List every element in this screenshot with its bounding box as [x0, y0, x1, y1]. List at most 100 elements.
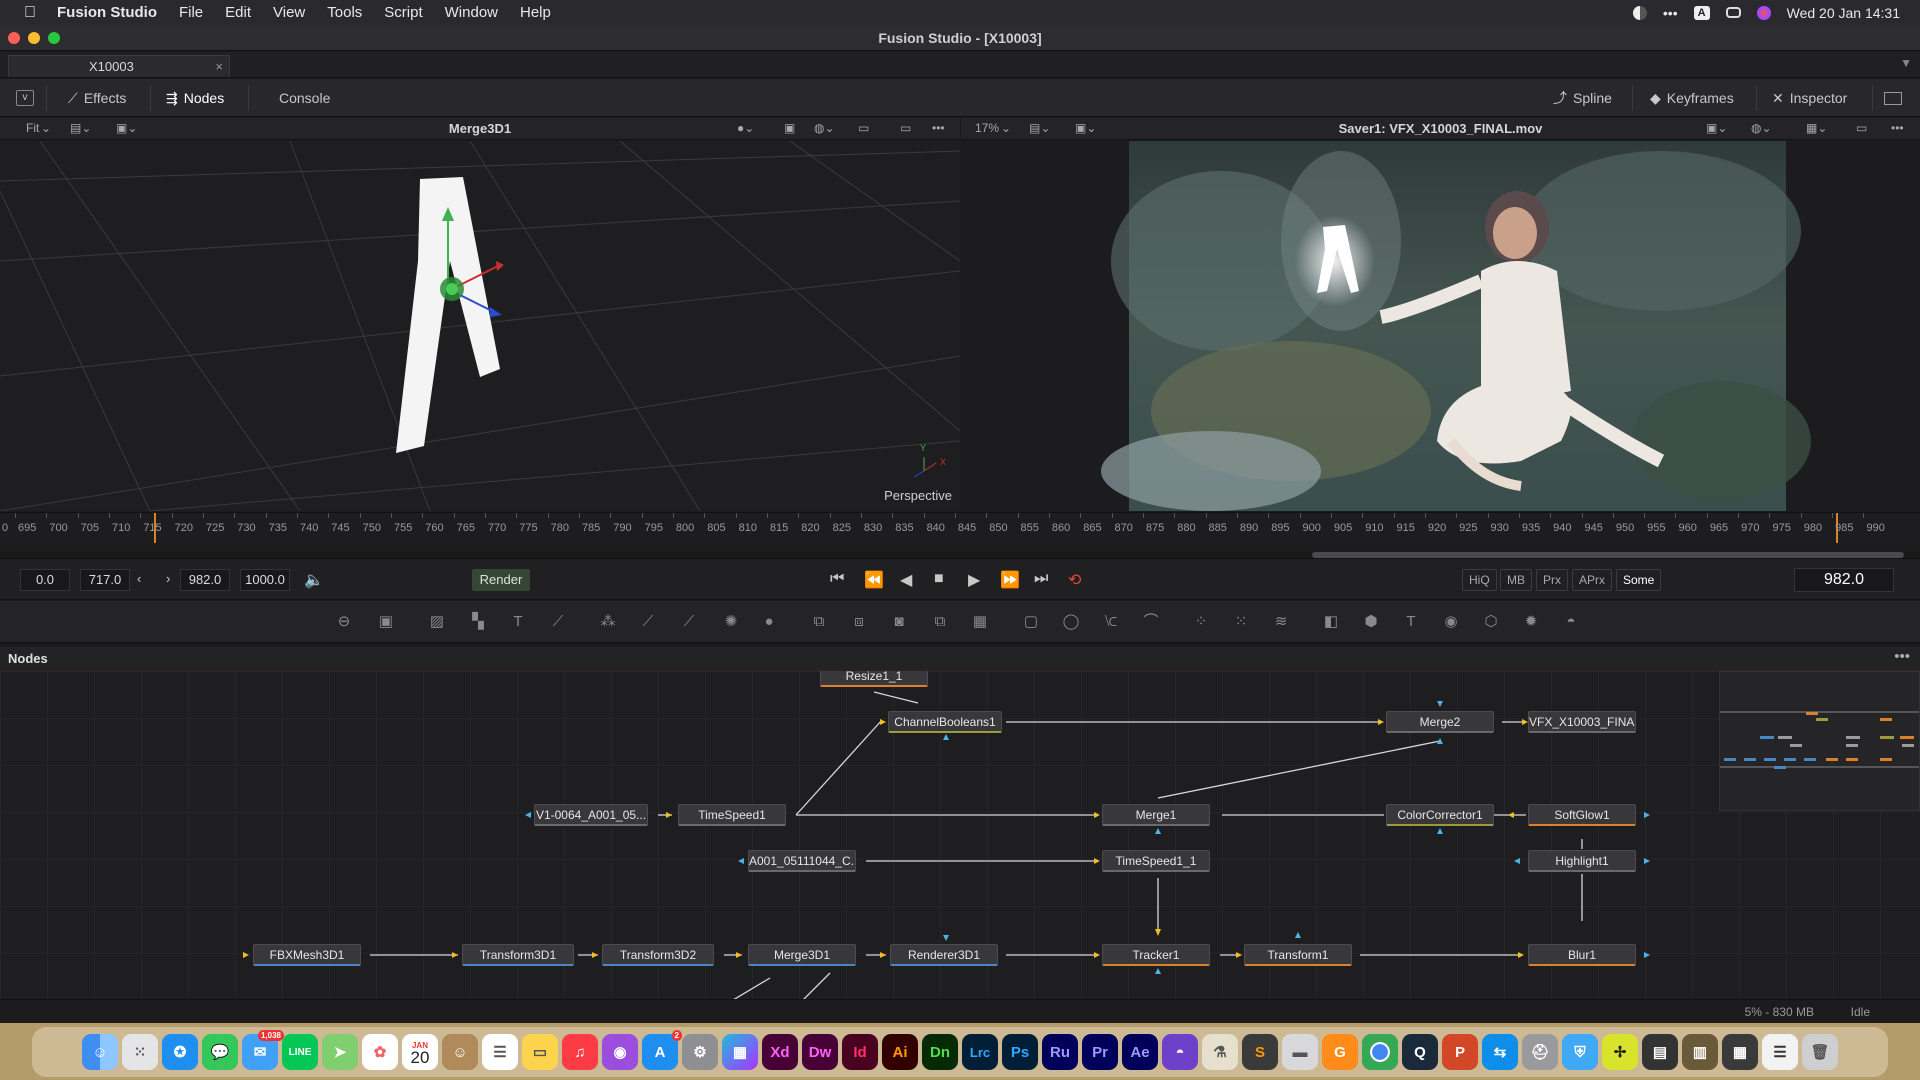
node-timespeed1[interactable]: TimeSpeed1: [678, 804, 786, 826]
ghost-app-icon[interactable]: G: [1322, 1034, 1358, 1070]
flask-app-icon[interactable]: ⚗: [1202, 1034, 1238, 1070]
davinci-fusion-icon[interactable]: ✢: [1602, 1034, 1638, 1070]
render-end-field[interactable]: 982.0: [180, 569, 230, 591]
node-renderer3d[interactable]: Renderer3D1: [890, 944, 998, 966]
maps-icon[interactable]: ➤: [322, 1034, 358, 1070]
more-icon[interactable]: •••: [932, 121, 945, 135]
disk-utility-icon[interactable]: ⛑: [1522, 1034, 1558, 1070]
go-to-start-icon[interactable]: ⏮: [830, 570, 844, 588]
audio-icon[interactable]: 🔈: [304, 570, 324, 590]
photos-icon[interactable]: ✿: [362, 1034, 398, 1070]
shape-3d-icon[interactable]: ⬢: [1360, 613, 1382, 631]
contacts-icon[interactable]: ☺: [442, 1034, 478, 1070]
quicktime-icon[interactable]: Q: [1402, 1034, 1438, 1070]
node-minimap[interactable]: [1719, 671, 1920, 811]
image-plane-3d-icon[interactable]: ◧: [1320, 613, 1342, 631]
node-tracker[interactable]: Tracker1: [1102, 944, 1210, 966]
node-transform3d1[interactable]: Transform3D1: [462, 944, 574, 966]
channel-booleans-tool-icon[interactable]: ⧈: [848, 613, 870, 631]
adobe-lightroom-classic-icon[interactable]: Lrc: [962, 1034, 998, 1070]
global-start-field[interactable]: 0.0: [20, 569, 70, 591]
node-graph[interactable]: Resize1_1 ChannelBooleans1 Merge2 VFX_X1…: [0, 671, 1920, 999]
folder-screens-icon[interactable]: ▦: [1722, 1034, 1758, 1070]
layout-button[interactable]: [1884, 88, 1902, 108]
paint-tool-icon[interactable]: ▚: [467, 613, 489, 631]
rectangle-mask-icon[interactable]: ▢: [1020, 613, 1042, 631]
blur-tool-icon[interactable]: ●: [758, 613, 780, 631]
node-merge2[interactable]: Merge2: [1386, 711, 1494, 733]
calendar-icon[interactable]: JAN 20: [402, 1034, 438, 1070]
menu-file[interactable]: File: [179, 4, 203, 21]
hiq-toggle[interactable]: HiQ: [1462, 569, 1497, 591]
roi-icon[interactable]: ▣⌄: [1706, 121, 1727, 135]
fast-forward-icon[interactable]: ⏩: [1000, 570, 1020, 590]
some-toggle[interactable]: Some: [1616, 569, 1662, 591]
particles-tool-icon[interactable]: ⁂: [597, 613, 619, 631]
node-merge1[interactable]: Merge1: [1102, 804, 1210, 826]
launchpad-icon[interactable]: ⁙: [122, 1034, 158, 1070]
teamviewer-icon[interactable]: ⇆: [1482, 1034, 1518, 1070]
particle-emitter-icon[interactable]: ⁘: [1190, 613, 1212, 631]
bspline-mask-icon[interactable]: ⌒: [1140, 613, 1162, 631]
node-timespeed1-1[interactable]: TimeSpeed1_1: [1102, 850, 1210, 872]
adobe-illustrator-icon[interactable]: Ai: [882, 1034, 918, 1070]
tab-overflow-icon[interactable]: ▼: [1900, 56, 1912, 70]
merge-3d-icon[interactable]: ◉: [1440, 613, 1462, 631]
control-center-icon[interactable]: [1725, 7, 1741, 18]
folder-stack-icon[interactable]: ☰: [1762, 1034, 1798, 1070]
notes-icon[interactable]: ▭: [522, 1034, 558, 1070]
camera-3d-icon[interactable]: ✹: [1520, 613, 1542, 631]
github-desktop-icon[interactable]: ◓: [1162, 1034, 1198, 1070]
shield-app-icon[interactable]: ⛨: [1562, 1034, 1598, 1070]
merge-tool-icon[interactable]: ⧉: [808, 613, 830, 631]
adobe-xd-icon[interactable]: Xd: [762, 1034, 798, 1070]
trash-icon[interactable]: 🗑: [1802, 1034, 1838, 1070]
adobe-photoshop-icon[interactable]: Ps: [1002, 1034, 1038, 1070]
status-halfmoon-icon[interactable]: [1632, 5, 1647, 20]
mb-toggle[interactable]: MB: [1500, 569, 1532, 591]
right-viewer-image[interactable]: [961, 141, 1920, 511]
menu-script[interactable]: Script: [384, 4, 422, 21]
play-icon[interactable]: ▶: [968, 570, 980, 590]
line-icon[interactable]: LINE: [282, 1034, 318, 1070]
messages-icon[interactable]: 💬: [202, 1034, 238, 1070]
safari-icon[interactable]: ✪: [162, 1034, 198, 1070]
text-tool-icon[interactable]: T: [507, 613, 529, 631]
lut-icon[interactable]: ◍⌄: [814, 121, 835, 135]
menu-help[interactable]: Help: [520, 4, 551, 21]
music-icon[interactable]: ♫: [562, 1034, 598, 1070]
node-highlight[interactable]: Highlight1: [1528, 850, 1636, 872]
node-fbxmesh3d[interactable]: FBXMesh3D1: [253, 944, 361, 966]
system-preferences-icon[interactable]: ⚙: [682, 1034, 718, 1070]
loop-icon[interactable]: ⟲: [1068, 570, 1081, 590]
nodes-button[interactable]: ⇶ Nodes: [166, 88, 224, 108]
menu-app[interactable]: Fusion Studio: [57, 4, 157, 21]
menu-edit[interactable]: Edit: [225, 4, 251, 21]
color-gain-tool-icon[interactable]: ⟋: [678, 613, 700, 631]
loader-tool-icon[interactable]: ⊖: [333, 613, 355, 631]
doc-tab-x10003[interactable]: X10003 ×: [8, 55, 230, 77]
menu-tools[interactable]: Tools: [327, 4, 362, 21]
inspector-button[interactable]: ✕ Inspector: [1772, 88, 1847, 108]
more-icon[interactable]: •••: [1891, 121, 1904, 135]
particle-render-icon[interactable]: ⁙: [1230, 613, 1252, 631]
effects-button[interactable]: ⟋ Effects: [68, 88, 126, 108]
color-curves-tool-icon[interactable]: ⟋: [637, 613, 659, 631]
current-frame-field[interactable]: 982.0: [1794, 568, 1894, 592]
step-forward-icon[interactable]: ›: [166, 571, 170, 586]
lut-icon[interactable]: ◍⌄: [1751, 121, 1772, 135]
subview-icon[interactable]: ▭: [858, 121, 869, 135]
folder-downloads-icon[interactable]: ▤: [1642, 1034, 1678, 1070]
aprx-toggle[interactable]: APrx: [1572, 569, 1613, 591]
sublime-text-icon[interactable]: S: [1242, 1034, 1278, 1070]
screen-app-icon[interactable]: ▦: [722, 1034, 758, 1070]
console-button[interactable]: Console: [279, 88, 330, 108]
channel-icon[interactable]: ●⌄: [737, 121, 754, 135]
rewind-icon[interactable]: ⏪: [864, 570, 884, 590]
global-end-field[interactable]: 1000.0: [240, 569, 290, 591]
node-loader-v1[interactable]: V1-0064_A001_05...: [534, 804, 648, 826]
more-icon[interactable]: •••: [1894, 648, 1910, 665]
adobe-dimension-icon[interactable]: Dn: [922, 1034, 958, 1070]
polygon-mask-icon[interactable]: ⟈: [1100, 613, 1122, 631]
close-tab-icon[interactable]: ×: [215, 56, 223, 77]
